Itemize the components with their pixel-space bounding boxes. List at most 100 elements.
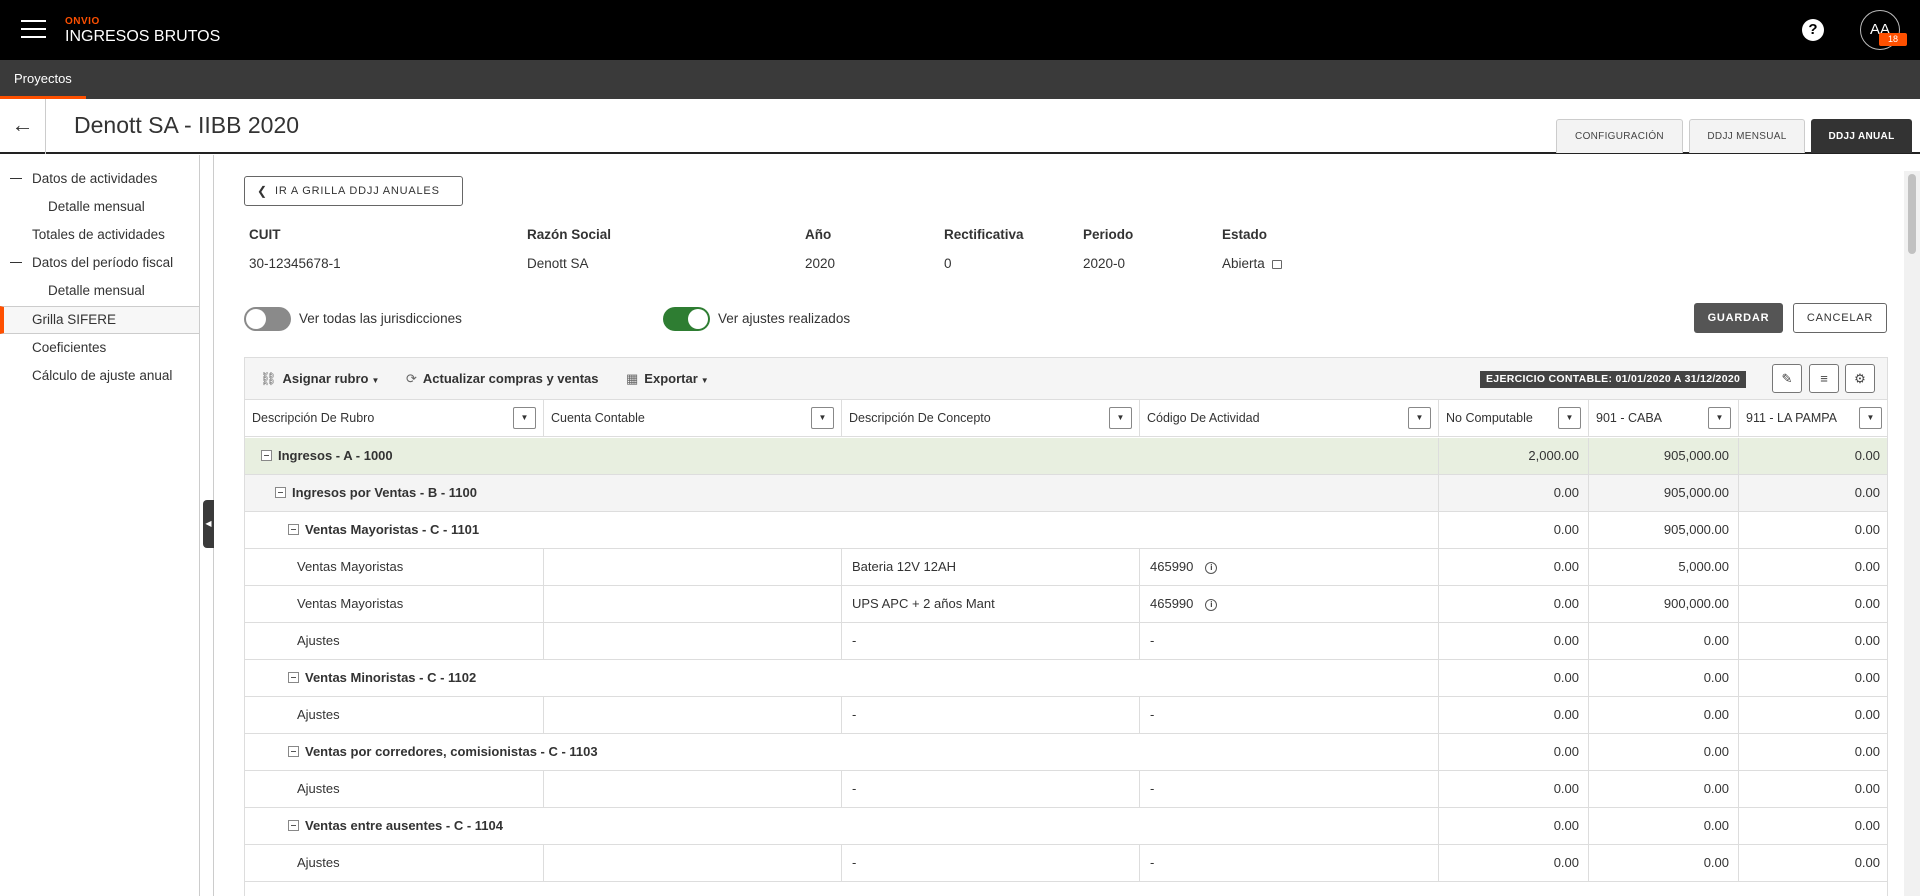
chevron-down-icon[interactable]: ▼ — [811, 407, 834, 429]
no-computable-cell: 0.00 — [1439, 734, 1589, 770]
collapse-icon[interactable] — [288, 672, 299, 683]
save-button[interactable]: GUARDAR — [1694, 303, 1783, 333]
info-icon[interactable]: i — [1205, 599, 1218, 611]
chevron-down-icon[interactable]: ▼ — [1408, 407, 1431, 429]
collapse-icon[interactable] — [288, 746, 299, 757]
chevron-down-icon[interactable]: ▼ — [1708, 407, 1731, 429]
la-pampa-cell: 0.00 — [1854, 559, 1880, 574]
toggle-jurisdicciones[interactable] — [244, 307, 291, 331]
tab-ddjj-mensual[interactable]: DDJJ MENSUAL — [1689, 119, 1805, 153]
hamburger-menu-icon[interactable] — [21, 17, 46, 42]
row-label: Ingresos - A - 1000 — [278, 448, 393, 463]
column-header-cuenta[interactable]: Cuenta Contable ▼ — [544, 400, 842, 437]
cancel-button[interactable]: CANCELAR — [1793, 303, 1887, 333]
sidebar-item-detalle-mensual-1[interactable]: Detalle mensual — [0, 193, 199, 221]
row-label: Ajustes — [245, 771, 544, 807]
collapse-sidebar-icon[interactable]: ◀ — [203, 500, 214, 548]
la-pampa-cell: 0.00 — [1854, 596, 1880, 611]
sidebar: Datos de actividades Detalle mensual Tot… — [0, 155, 200, 896]
razon-value: Denott SA — [527, 256, 589, 271]
chevron-down-icon[interactable]: ▼ — [513, 407, 536, 429]
row-label: Ventas Mayoristas - C - 1101 — [305, 522, 480, 537]
caba-cell: 0.00 — [1589, 771, 1739, 807]
row-label: Ajustes — [245, 845, 544, 881]
codigo-cell: - — [1140, 845, 1439, 881]
exportar-button[interactable]: ▦ Exportar ▼ — [626, 371, 709, 387]
column-header-caba[interactable]: 901 - CABA ▼ — [1589, 400, 1739, 437]
row-label: Ventas entre ausentes - C - 1104 — [305, 818, 503, 833]
table-row[interactable]: Ajustes - - 0.00 0.00 0.00 — [245, 623, 1887, 660]
actualizar-button[interactable]: ⟳ Actualizar compras y ventas — [406, 371, 598, 387]
chevron-down-icon[interactable]: ▼ — [1109, 407, 1132, 429]
cuenta-cell — [544, 549, 842, 585]
sidebar-item-datos-periodo-fiscal[interactable]: Datos del período fiscal — [0, 249, 199, 277]
column-header-rubro[interactable]: Descripción De Rubro ▼ — [245, 400, 544, 437]
chevron-down-icon[interactable]: ▼ — [1558, 407, 1581, 429]
caba-cell: 0.00 — [1589, 845, 1739, 881]
table-row[interactable]: Ingresos - A - 1000 2,000.00 905,000.00 … — [245, 438, 1887, 475]
page-title: Denott SA - IIBB 2020 — [74, 112, 300, 138]
table-row[interactable]: Ajustes - - 0.00 0.00 0.00 — [245, 697, 1887, 734]
caba-cell: 0.00 — [1589, 734, 1739, 770]
lines-icon[interactable]: ≡ — [1809, 364, 1839, 393]
column-header-codigo[interactable]: Código De Actividad ▼ — [1140, 400, 1439, 437]
table-row[interactable]: Ingresos por Ventas - B - 1100 0.00 905,… — [245, 475, 1887, 512]
scrollbar-thumb[interactable] — [1908, 174, 1916, 254]
column-header-no-computable[interactable]: No Computable ▼ — [1439, 400, 1589, 437]
lock-icon — [1271, 260, 1282, 269]
column-header-concepto[interactable]: Descripción De Concepto ▼ — [842, 400, 1140, 437]
table-row[interactable]: Ventas Mayoristas - C - 1101 0.00 905,00… — [245, 512, 1887, 549]
collapse-icon[interactable] — [275, 487, 286, 498]
tab-ddjj-anual[interactable]: DDJJ ANUAL — [1811, 119, 1912, 153]
caba-cell: 905,000.00 — [1589, 475, 1739, 511]
table-row[interactable]: Ventas Mayoristas Bateria 12V 12AH 46599… — [245, 549, 1887, 586]
table-row[interactable]: Ventas Minoristas - C - 1102 0.00 0.00 0… — [245, 660, 1887, 697]
collapse-icon[interactable] — [288, 820, 299, 831]
la-pampa-cell: 0.00 — [1854, 522, 1880, 537]
table-row[interactable]: Ajustes - - 0.00 0.00 0.00 — [245, 771, 1887, 808]
nav-proyectos[interactable]: Proyectos — [0, 60, 86, 99]
cuit-value: 30-12345678-1 — [249, 256, 341, 271]
edit-icon[interactable]: ✎ — [1772, 364, 1802, 393]
gear-icon[interactable]: ⚙ — [1845, 364, 1875, 393]
asignar-rubro-button[interactable]: ⛓ Asignar rubro ▼ — [260, 371, 379, 387]
ir-grilla-button[interactable]: ❮ IR A GRILLA DDJJ ANUALES — [244, 176, 463, 206]
tab-configuracion[interactable]: CONFIGURACIÓN — [1556, 119, 1683, 153]
toggle-jurisdicciones-label: Ver todas las jurisdicciones — [299, 311, 462, 326]
row-label-cell: Ingresos - A - 1000 — [245, 438, 1439, 474]
concepto-cell: - — [842, 771, 1140, 807]
chevron-down-icon[interactable]: ▼ — [1859, 407, 1882, 429]
ir-grilla-label: IR A GRILLA DDJJ ANUALES — [275, 185, 440, 197]
table-row[interactable]: Ventas entre ausentes - C - 1104 0.00 0.… — [245, 808, 1887, 845]
toggle-ajustes[interactable] — [663, 307, 710, 331]
row-label-cell: Ingresos por Ventas - B - 1100 — [245, 475, 1439, 511]
ejercicio-badge: EJERCICIO CONTABLE: 01/01/2020 A 31/12/2… — [1480, 371, 1747, 388]
info-icon[interactable]: i — [1205, 562, 1218, 574]
concepto-cell: Bateria 12V 12AH — [842, 549, 1140, 585]
back-arrow-icon[interactable]: ← — [0, 99, 46, 154]
table-row[interactable]: Ajustes - - 0.00 0.00 0.00 — [245, 845, 1887, 882]
column-header-la-pampa[interactable]: 911 - LA PAMPA ▼ — [1739, 400, 1887, 437]
sidebar-item-coeficientes[interactable]: Coeficientes — [0, 334, 199, 362]
column-title: 901 - CABA — [1596, 411, 1663, 425]
help-icon[interactable]: ? — [1802, 19, 1824, 41]
brand-product: INGRESOS BRUTOS — [65, 28, 221, 45]
row-label: Ventas por corredores, comisionistas - C… — [305, 744, 598, 759]
codigo-cell: - — [1140, 623, 1439, 659]
page-scrollbar[interactable] — [1904, 171, 1920, 896]
sidebar-item-totales-actividades[interactable]: Totales de actividades — [0, 221, 199, 249]
sidebar-item-calculo-ajuste[interactable]: Cálculo de ajuste anual — [0, 362, 199, 390]
collapse-icon[interactable] — [261, 450, 272, 461]
sidebar-item-grilla-sifere[interactable]: Grilla SIFERE — [0, 306, 199, 334]
app-brand[interactable]: ONVIO INGRESOS BRUTOS — [65, 16, 220, 47]
caret-down-icon: ▼ — [700, 376, 709, 385]
row-label: Ventas Minoristas - C - 1102 — [305, 670, 477, 685]
concepto-cell: UPS APC + 2 años Mant — [842, 586, 1140, 622]
table-row[interactable]: Ventas por corredores, comisionistas - C… — [245, 734, 1887, 771]
sidebar-item-detalle-mensual-2[interactable]: Detalle mensual — [0, 277, 199, 305]
collapse-dash-icon — [10, 262, 22, 263]
sidebar-item-datos-actividades[interactable]: Datos de actividades — [0, 165, 199, 193]
collapse-icon[interactable] — [288, 524, 299, 535]
rectificativa-value: 0 — [944, 256, 952, 271]
table-row[interactable]: Ventas Mayoristas UPS APC + 2 años Mant … — [245, 586, 1887, 623]
